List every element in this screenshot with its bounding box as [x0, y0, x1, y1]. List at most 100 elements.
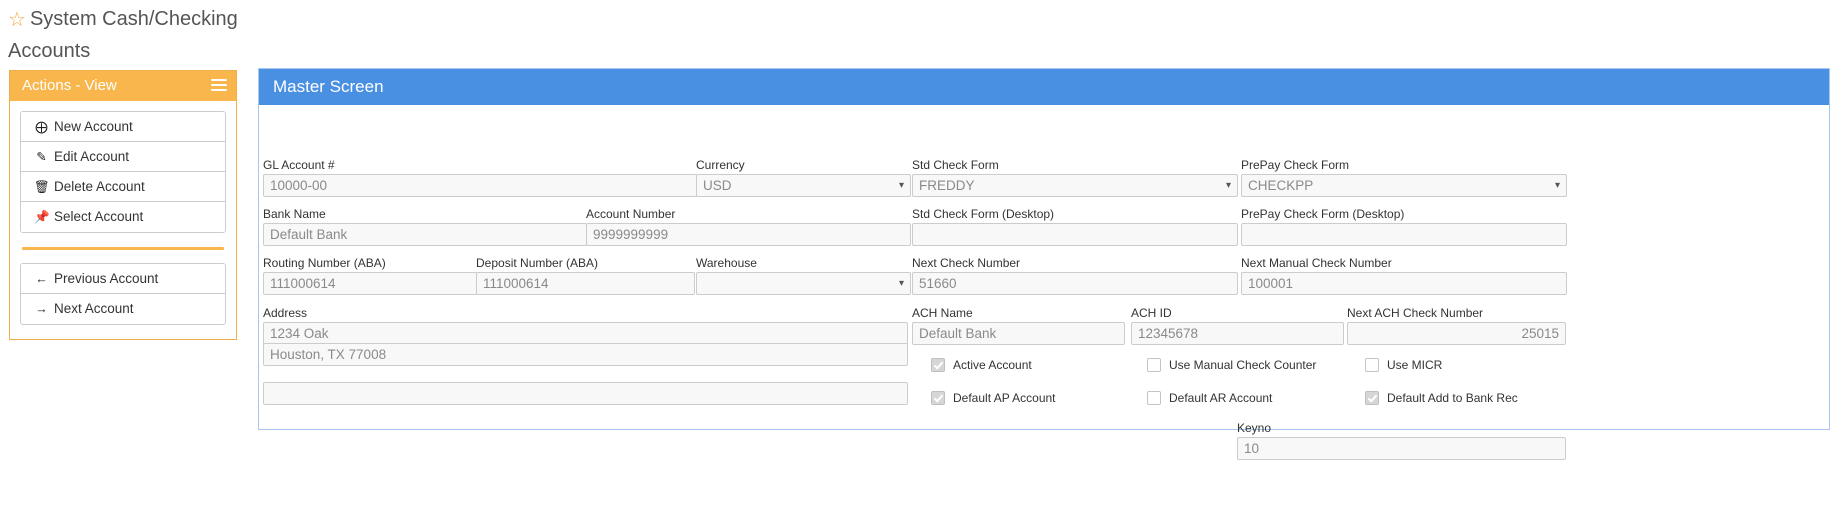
field-next-check-number: Next Check Number 51660 — [912, 256, 1238, 295]
deposit-number-label: Deposit Number (ABA) — [476, 256, 599, 270]
field-address-line3 — [263, 382, 908, 405]
routing-number-input[interactable]: 111000614 — [263, 272, 477, 295]
checkbox-default-add-to-bank-rec-label: Default Add to Bank Rec — [1387, 391, 1518, 405]
field-ach-id: ACH ID 12345678 — [1131, 306, 1344, 345]
checkbox-icon[interactable] — [1365, 358, 1379, 372]
next-manual-check-number-input[interactable]: 100001 — [1241, 272, 1567, 295]
ach-id-input[interactable]: 12345678 — [1131, 322, 1344, 345]
next-account-label: Next Account — [54, 301, 134, 316]
delete-account-label: Delete Account — [54, 179, 145, 194]
field-next-manual-check-number: Next Manual Check Number 100001 — [1241, 256, 1567, 295]
checkbox-use-manual-check-counter[interactable]: Use Manual Check Counter — [1147, 357, 1316, 373]
checkbox-default-ap-account[interactable]: Default AP Account — [931, 390, 1056, 406]
prepay-check-form-select[interactable]: CHECKPP ▾ — [1241, 174, 1567, 197]
std-check-form-desktop-input[interactable] — [912, 223, 1238, 246]
delete-account-button[interactable]: 🗑 Delete Account — [21, 172, 225, 202]
hamburger-menu-icon[interactable] — [211, 79, 227, 93]
actions-panel: Actions - View ⨁ New Account ✎ Edit Accoun… — [9, 70, 237, 340]
next-check-number-input[interactable]: 51660 — [912, 272, 1238, 295]
field-keyno: Keyno 10 — [1237, 421, 1566, 460]
field-warehouse: Warehouse ▾ — [696, 256, 911, 295]
actions-panel-header: Actions - View — [10, 71, 236, 101]
master-screen-header: Master Screen — [259, 69, 1829, 105]
new-account-label: New Account — [54, 119, 133, 134]
prepay-check-form-desktop-label: PrePay Check Form (Desktop) — [1241, 207, 1405, 221]
previous-account-label: Previous Account — [54, 271, 159, 286]
checkbox-icon[interactable] — [931, 391, 945, 405]
routing-number-label: Routing Number (ABA) — [263, 256, 386, 270]
field-deposit-number: Deposit Number (ABA) 111000614 — [476, 256, 695, 295]
bank-name-label: Bank Name — [263, 207, 326, 221]
select-account-button[interactable]: 📌 Select Account — [21, 202, 225, 232]
warehouse-label: Warehouse — [696, 256, 757, 270]
new-account-button[interactable]: ⨁ New Account — [21, 112, 225, 142]
field-currency: Currency USD ▾ — [696, 158, 911, 197]
select-account-label: Select Account — [54, 209, 144, 224]
address-line2-input[interactable]: Houston, TX 77008 — [263, 343, 908, 366]
edit-account-button[interactable]: ✎ Edit Account — [21, 142, 225, 172]
bank-name-input[interactable]: Default Bank — [263, 223, 587, 246]
checkbox-active-account[interactable]: Active Account — [931, 357, 1032, 373]
field-routing-number: Routing Number (ABA) 111000614 — [263, 256, 477, 295]
chevron-down-icon: ▾ — [1225, 180, 1231, 191]
page-title-text: System Cash/Checking Accounts — [8, 8, 238, 62]
checkbox-active-account-label: Active Account — [953, 358, 1032, 372]
checkbox-default-ar-account-label: Default AR Account — [1169, 391, 1273, 405]
checkbox-use-micr-label: Use MICR — [1387, 358, 1443, 372]
address-line1-input[interactable]: 1234 Oak — [263, 322, 908, 345]
arrow-left-icon: ← — [35, 272, 48, 286]
field-std-check-form: Std Check Form FREDDY ▾ — [912, 158, 1238, 197]
checkbox-use-manual-check-counter-label: Use Manual Check Counter — [1169, 358, 1317, 372]
checkbox-icon[interactable] — [1147, 391, 1161, 405]
address-label: Address — [263, 306, 308, 320]
field-prepay-check-form: PrePay Check Form CHECKPP ▾ — [1241, 158, 1567, 197]
pin-icon: 📌 — [34, 210, 50, 224]
next-account-button[interactable]: → Next Account — [21, 294, 225, 324]
currency-label: Currency — [696, 158, 745, 172]
next-ach-check-number-label: Next ACH Check Number — [1347, 306, 1484, 320]
ach-name-label: ACH Name — [912, 306, 973, 320]
field-address-line2: Houston, TX 77008 — [263, 343, 908, 366]
gl-account-label: GL Account # — [263, 158, 335, 172]
prepay-check-form-desktop-input[interactable] — [1241, 223, 1567, 246]
warehouse-select[interactable]: ▾ — [696, 272, 911, 295]
next-manual-check-number-label: Next Manual Check Number — [1241, 256, 1392, 270]
next-ach-check-number-input[interactable]: 25015 — [1347, 322, 1566, 345]
star-icon[interactable]: ☆ — [8, 9, 26, 31]
std-check-form-select[interactable]: FREDDY ▾ — [912, 174, 1238, 197]
trash-icon: 🗑 — [34, 180, 50, 194]
prepay-check-form-value: CHECKPP — [1248, 178, 1314, 193]
gl-account-input[interactable]: 10000-00 — [263, 174, 697, 197]
checkbox-icon[interactable] — [931, 358, 945, 372]
field-address: Address 1234 Oak — [263, 306, 908, 345]
checkbox-default-add-to-bank-rec[interactable]: Default Add to Bank Rec — [1365, 390, 1518, 406]
actions-panel-body: ⨁ New Account ✎ Edit Account 🗑 Delete Accou… — [10, 101, 236, 339]
std-check-form-value: FREDDY — [919, 178, 975, 193]
deposit-number-input[interactable]: 111000614 — [476, 272, 695, 295]
checkbox-default-ar-account[interactable]: Default AR Account — [1147, 390, 1272, 406]
ach-id-label: ACH ID — [1131, 306, 1172, 320]
keyno-input[interactable]: 10 — [1237, 437, 1566, 460]
account-number-input[interactable]: 9999999999 — [586, 223, 911, 246]
page-title: ☆ System Cash/Checking Accounts — [8, 4, 253, 67]
std-check-form-desktop-label: Std Check Form (Desktop) — [912, 207, 1055, 221]
field-bank-name: Bank Name Default Bank — [263, 207, 587, 246]
field-next-ach-check-number: Next ACH Check Number 25015 — [1347, 306, 1566, 345]
checkbox-icon[interactable] — [1365, 391, 1379, 405]
chevron-down-icon: ▾ — [1554, 180, 1560, 191]
prepay-check-form-label: PrePay Check Form — [1241, 158, 1350, 172]
checkbox-icon[interactable] — [1147, 358, 1161, 372]
previous-account-button[interactable]: ← Previous Account — [21, 264, 225, 294]
account-number-label: Account Number — [586, 207, 676, 221]
ach-name-input[interactable]: Default Bank — [912, 322, 1125, 345]
master-screen-body: GL Account # 10000-00 Currency USD ▾ Std… — [259, 105, 1829, 460]
checkbox-use-micr[interactable]: Use MICR — [1365, 357, 1442, 373]
actions-divider — [22, 247, 224, 250]
chevron-down-icon: ▾ — [898, 278, 904, 289]
currency-select[interactable]: USD ▾ — [696, 174, 911, 197]
std-check-form-label: Std Check Form — [912, 158, 999, 172]
edit-account-label: Edit Account — [54, 149, 130, 164]
currency-value: USD — [703, 178, 732, 193]
field-gl-account: GL Account # 10000-00 — [263, 158, 697, 197]
address-line3-input[interactable] — [263, 382, 908, 405]
